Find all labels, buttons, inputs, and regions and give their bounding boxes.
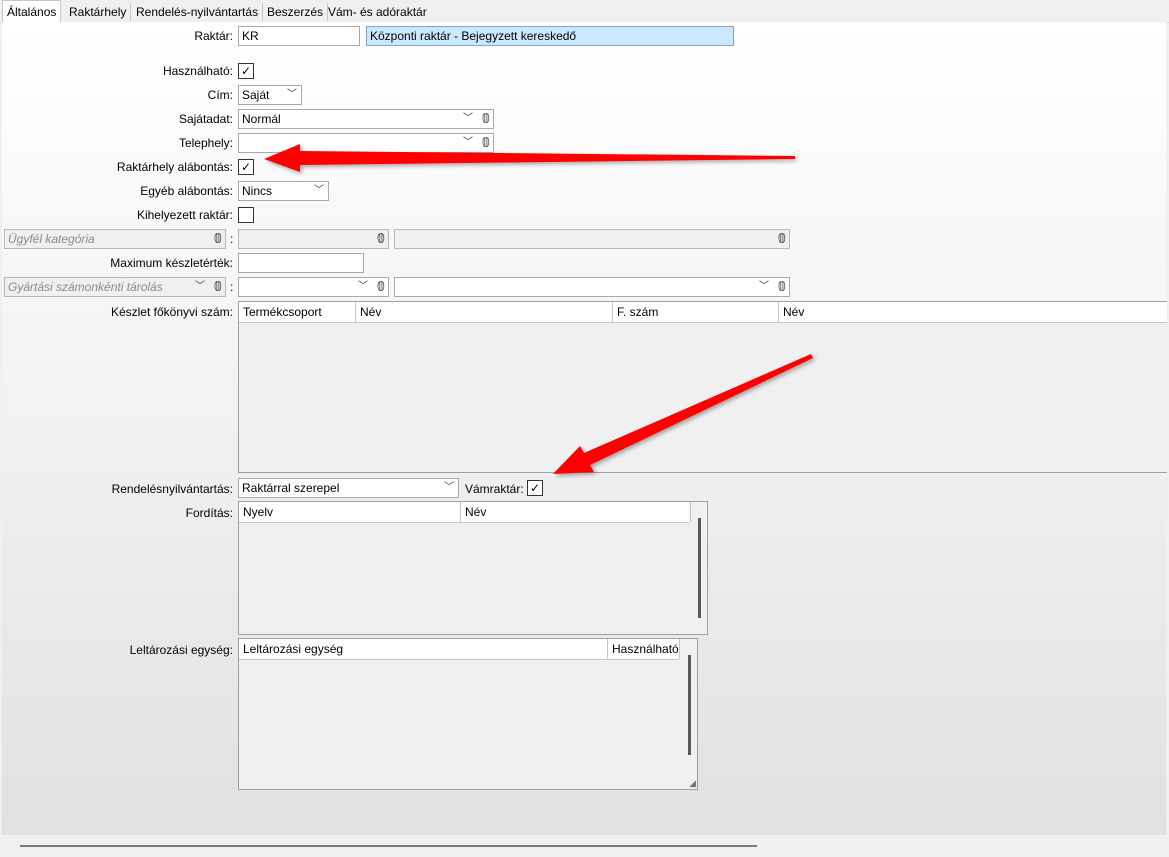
- red-arrow-1: [264, 144, 795, 172]
- annotation-arrows: [264, 144, 813, 474]
- red-arrow-2: [553, 354, 813, 474]
